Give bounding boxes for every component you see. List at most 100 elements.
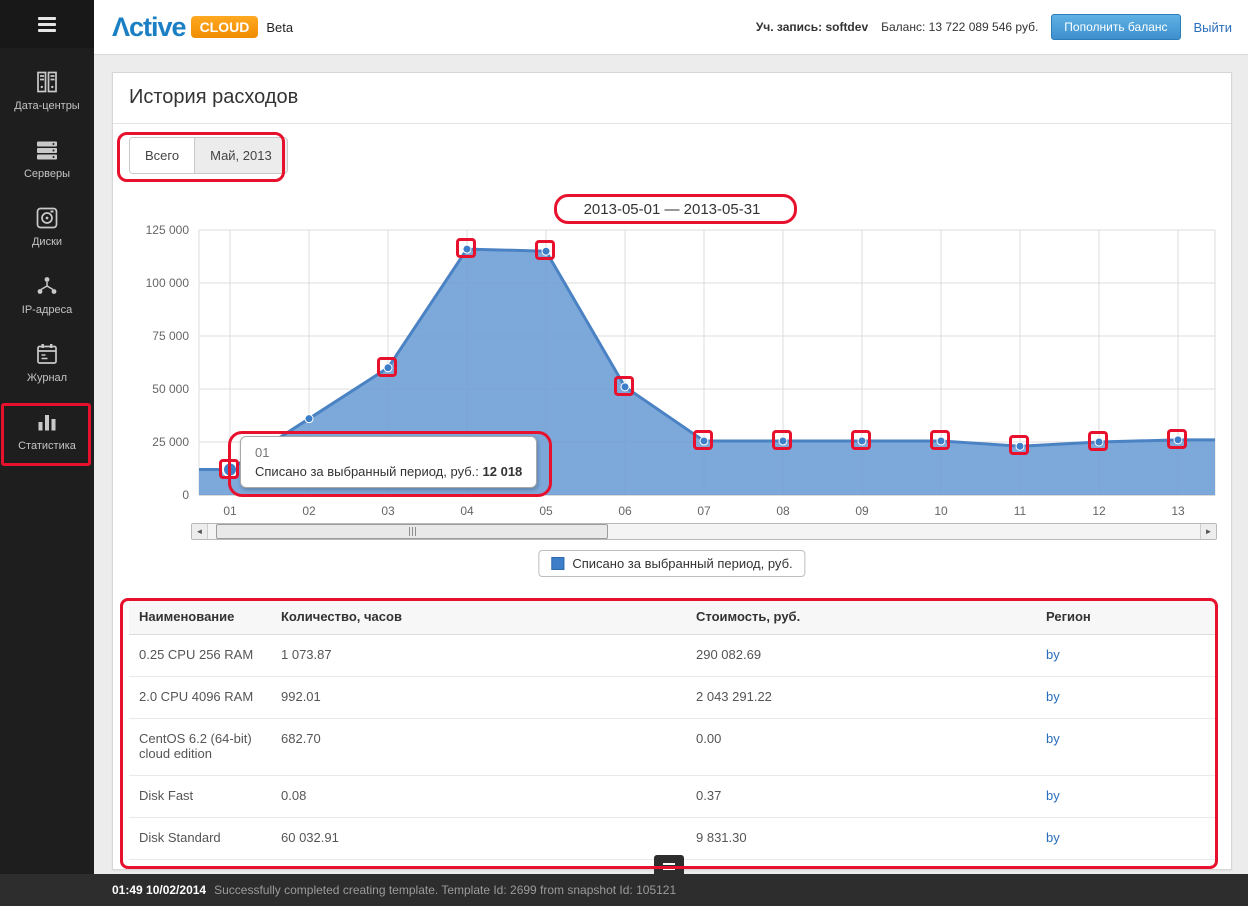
column-header-name: Наименование — [129, 599, 271, 634]
table-cell: 0.08 — [271, 776, 686, 817]
table-row: 0.25 CPU 256 RAM1 073.87290 082.69by — [129, 635, 1217, 677]
table-cell: Disk Fast — [129, 776, 271, 817]
balance-value: 13 722 089 546 руб. — [929, 20, 1039, 34]
sidebar-nav: Дата-центры Серверы Диски IP-адреса — [0, 48, 94, 464]
chart-hscrollbar[interactable]: ◄ ► — [191, 523, 1217, 540]
svg-text:12: 12 — [1092, 504, 1106, 518]
usage-table: Наименование Количество, часов Стоимость… — [129, 599, 1217, 860]
table-body: 0.25 CPU 256 RAM1 073.87290 082.69by2.0 … — [129, 635, 1217, 860]
svg-text:09: 09 — [855, 504, 869, 518]
sidebar-item-ip-addresses[interactable]: IP-адреса — [0, 260, 94, 328]
sidebar-item-label: IP-адреса — [22, 304, 72, 316]
table-cell: 2.0 CPU 4096 RAM — [129, 677, 271, 718]
svg-text:10: 10 — [934, 504, 948, 518]
svg-text:06: 06 — [618, 504, 632, 518]
sidebar: Дата-центры Серверы Диски IP-адреса — [0, 0, 94, 874]
svg-text:0: 0 — [182, 488, 189, 502]
table-cell: 2 043 291.22 — [686, 677, 1036, 718]
balance-info: Баланс: 13 722 089 546 руб. — [881, 20, 1038, 34]
tooltip-label: Списано за выбранный период, руб.: — [255, 464, 479, 479]
scrollbar-grip-icon — [409, 527, 416, 536]
svg-text:01: 01 — [223, 504, 237, 518]
statusbar-collapse-handle[interactable] — [654, 855, 684, 877]
beta-label: Beta — [266, 20, 293, 35]
logout-link[interactable]: Выйти — [1194, 20, 1233, 35]
column-header-hours: Количество, часов — [271, 599, 686, 634]
table-cell: 0.37 — [686, 776, 1036, 817]
sidebar-item-journal[interactable]: Журнал — [0, 328, 94, 396]
account-name: softdev — [825, 20, 868, 34]
chart-tooltip: 01 Списано за выбранный период, руб.: 12… — [240, 436, 537, 488]
header-right: Уч. запись: softdev Баланс: 13 722 089 5… — [756, 14, 1232, 40]
account-info: Уч. запись: softdev — [756, 20, 868, 34]
column-header-region: Регион — [1036, 599, 1217, 634]
sidebar-item-label: Дата-центры — [14, 100, 79, 112]
equals-icon — [663, 863, 675, 865]
sidebar-item-disks[interactable]: Диски — [0, 192, 94, 260]
column-header-cost: Стоимость, руб. — [686, 599, 1036, 634]
topup-balance-button[interactable]: Пополнить баланс — [1051, 14, 1180, 40]
menu-toggle-button[interactable] — [0, 0, 94, 48]
status-bar: 01:49 10/02/2014 Successfully completed … — [0, 874, 1248, 906]
period-tabs: Всего Май, 2013 — [129, 137, 288, 174]
sidebar-item-statistics[interactable]: Статистика — [0, 396, 94, 464]
svg-text:13: 13 — [1171, 504, 1185, 518]
scrollbar-track[interactable] — [208, 524, 1200, 539]
svg-text:07: 07 — [697, 504, 711, 518]
table-cell-region[interactable]: by — [1036, 635, 1217, 676]
svg-text:25 000: 25 000 — [152, 435, 189, 449]
disk-icon — [35, 206, 59, 230]
tab-total[interactable]: Всего — [130, 138, 194, 173]
network-icon — [35, 274, 59, 298]
svg-text:50 000: 50 000 — [152, 382, 189, 396]
table-cell-region[interactable]: by — [1036, 818, 1217, 859]
table-row: Disk Standard60 032.919 831.30by — [129, 818, 1217, 860]
table-cell: 682.70 — [271, 719, 686, 775]
scrollbar-thumb[interactable] — [216, 524, 608, 539]
table-cell: 290 082.69 — [686, 635, 1036, 676]
svg-text:125 000: 125 000 — [146, 223, 190, 237]
svg-text:03: 03 — [381, 504, 395, 518]
bar-chart-icon — [35, 410, 59, 434]
svg-text:08: 08 — [776, 504, 790, 518]
table-cell: 992.01 — [271, 677, 686, 718]
svg-text:11: 11 — [1014, 504, 1027, 518]
chart-period-title: 2013-05-01 — 2013-05-31 — [113, 201, 1231, 218]
sidebar-item-label: Журнал — [27, 372, 67, 384]
top-header: Λctive CLOUD Beta Уч. запись: softdev Ба… — [94, 0, 1248, 55]
table-cell: Disk Standard — [129, 818, 271, 859]
datacenter-icon — [35, 70, 59, 94]
scroll-right-button[interactable]: ► — [1200, 524, 1216, 539]
scroll-left-button[interactable]: ◄ — [192, 524, 208, 539]
table-row: Disk Fast0.080.37by — [129, 776, 1217, 818]
table-cell-region[interactable]: by — [1036, 719, 1217, 775]
tooltip-value: 12 018 — [483, 464, 523, 479]
svg-text:75 000: 75 000 — [152, 329, 189, 343]
chart-legend[interactable]: Списано за выбранный период, руб. — [538, 550, 805, 577]
sidebar-item-label: Статистика — [18, 440, 76, 452]
table-cell: 9 831.30 — [686, 818, 1036, 859]
table-row: CentOS 6.2 (64-bit) cloud edition682.700… — [129, 719, 1217, 776]
tab-may-2013[interactable]: Май, 2013 — [194, 138, 287, 173]
activecloud-logo[interactable]: Λctive CLOUD Beta — [112, 12, 293, 43]
sidebar-item-servers[interactable]: Серверы — [0, 124, 94, 192]
status-message: Successfully completed creating template… — [214, 883, 676, 897]
journal-icon — [35, 342, 59, 366]
table-cell-region[interactable]: by — [1036, 677, 1217, 718]
table-cell: 1 073.87 — [271, 635, 686, 676]
tooltip-day: 01 — [255, 445, 522, 460]
legend-label: Списано за выбранный период, руб. — [572, 556, 792, 571]
servers-icon — [35, 138, 59, 162]
sidebar-item-datacenters[interactable]: Дата-центры — [0, 56, 94, 124]
table-cell-region[interactable]: by — [1036, 776, 1217, 817]
table-cell: 0.00 — [686, 719, 1036, 775]
table-row: 2.0 CPU 4096 RAM992.012 043 291.22by — [129, 677, 1217, 719]
legend-swatch-icon — [551, 557, 564, 570]
svg-text:05: 05 — [539, 504, 553, 518]
page-title: История расходов — [113, 73, 1231, 124]
table-cell: 0.25 CPU 256 RAM — [129, 635, 271, 676]
sidebar-item-label: Диски — [32, 236, 62, 248]
sidebar-item-label: Серверы — [24, 168, 70, 180]
hamburger-icon — [38, 17, 56, 20]
status-timestamp: 01:49 10/02/2014 — [112, 883, 206, 897]
